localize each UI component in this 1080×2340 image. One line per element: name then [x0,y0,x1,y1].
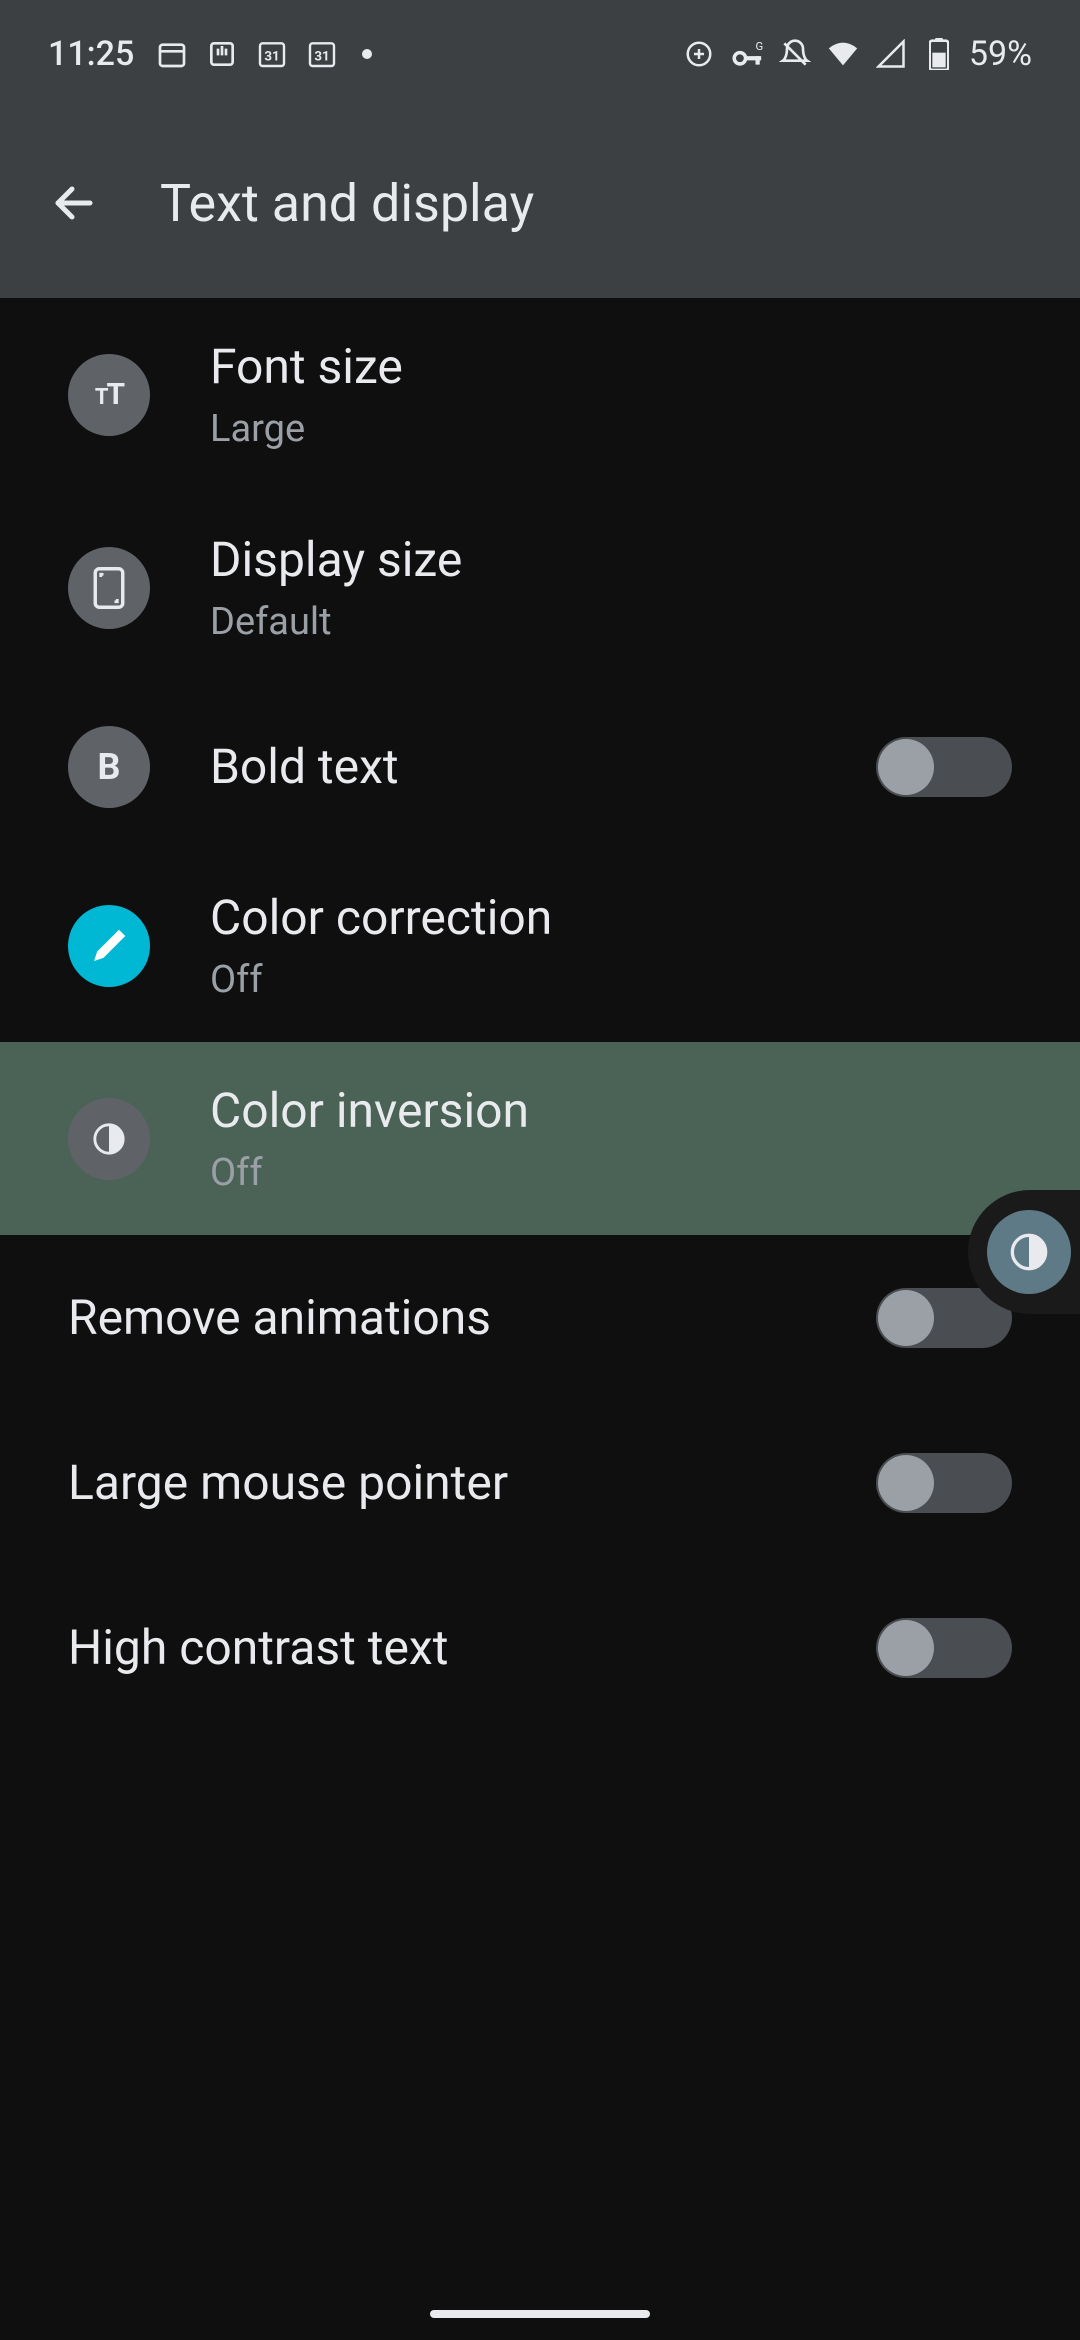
display-size-icon [68,547,150,629]
color-inversion-icon [68,1098,150,1180]
back-button[interactable] [48,177,100,229]
setting-font-size[interactable]: TT Font size Large [0,298,1080,491]
setting-subtitle: Default [210,600,1012,644]
setting-high-contrast-text[interactable]: High contrast text [0,1565,1080,1730]
cellular-icon [873,36,909,72]
bold-text-icon: B [68,726,150,808]
setting-title: Remove animations [68,1289,876,1346]
setting-subtitle: Off [210,958,1012,1002]
setting-subtitle: Off [210,1151,1012,1195]
battery-percent: 59% [969,34,1032,74]
setting-title: Color inversion [210,1082,1012,1139]
status-left: 11:25 31 31 [48,34,380,74]
setting-title: Display size [210,531,1012,588]
switch-thumb [878,1455,934,1511]
dnd-icon [777,36,813,72]
calendar-31b-icon: 31 [304,36,340,72]
add-alarm-icon [681,36,717,72]
setting-text: High contrast text [68,1619,876,1676]
setting-title: Large mouse pointer [68,1454,876,1511]
switch-thumb [878,1620,934,1676]
arrow-left-icon [50,179,98,227]
setting-text: Color inversion Off [210,1082,1012,1195]
setting-text: Color correction Off [210,889,1012,1002]
svg-text:31: 31 [265,50,280,65]
settings-list: TT Font size Large Display size Default … [0,298,1080,1730]
switch-thumb [878,739,934,795]
setting-bold-text[interactable]: B Bold text [0,684,1080,849]
setting-title: Color correction [210,889,1012,946]
setting-text: Large mouse pointer [68,1454,876,1511]
bold-text-toggle[interactable] [876,737,1012,797]
status-bar: 11:25 31 31 G 59% [0,0,1080,108]
accessibility-shortcut-inner [987,1210,1071,1294]
color-correction-icon [68,905,150,987]
setting-text: Font size Large [210,338,1012,451]
setting-text: Remove animations [68,1289,876,1346]
setting-text: Bold text [210,738,876,795]
status-overflow-dot-icon [362,49,372,59]
switch-thumb [878,1290,934,1346]
setting-title: Font size [210,338,1012,395]
high-contrast-text-toggle[interactable] [876,1618,1012,1678]
svg-text:G: G [755,39,763,53]
nav-bar-handle[interactable] [430,2310,650,2318]
accessibility-shortcut-button[interactable] [968,1190,1080,1314]
status-time: 11:25 [48,34,134,74]
setting-title: Bold text [210,738,876,795]
setting-color-correction[interactable]: Color correction Off [0,849,1080,1042]
setting-remove-animations[interactable]: Remove animations [0,1235,1080,1400]
svg-text:31: 31 [315,50,330,65]
setting-title: High contrast text [68,1619,876,1676]
wifi-icon [825,36,861,72]
battery-icon [921,36,957,72]
calendar-notif-icon [154,36,190,72]
setting-text: Display size Default [210,531,1012,644]
app-bar: Text and display [0,108,1080,298]
vpn-key-icon: G [729,36,765,72]
font-size-icon: TT [68,354,150,436]
setting-subtitle: Large [210,407,1012,451]
calendar-31a-icon: 31 [254,36,290,72]
setting-color-inversion[interactable]: Color inversion Off [0,1042,1080,1235]
invert-colors-icon [1009,1232,1049,1272]
status-right: G 59% [681,34,1032,74]
hand-icon [204,36,240,72]
large-mouse-pointer-toggle[interactable] [876,1453,1012,1513]
page-title: Text and display [160,173,534,234]
setting-display-size[interactable]: Display size Default [0,491,1080,684]
setting-large-mouse-pointer[interactable]: Large mouse pointer [0,1400,1080,1565]
